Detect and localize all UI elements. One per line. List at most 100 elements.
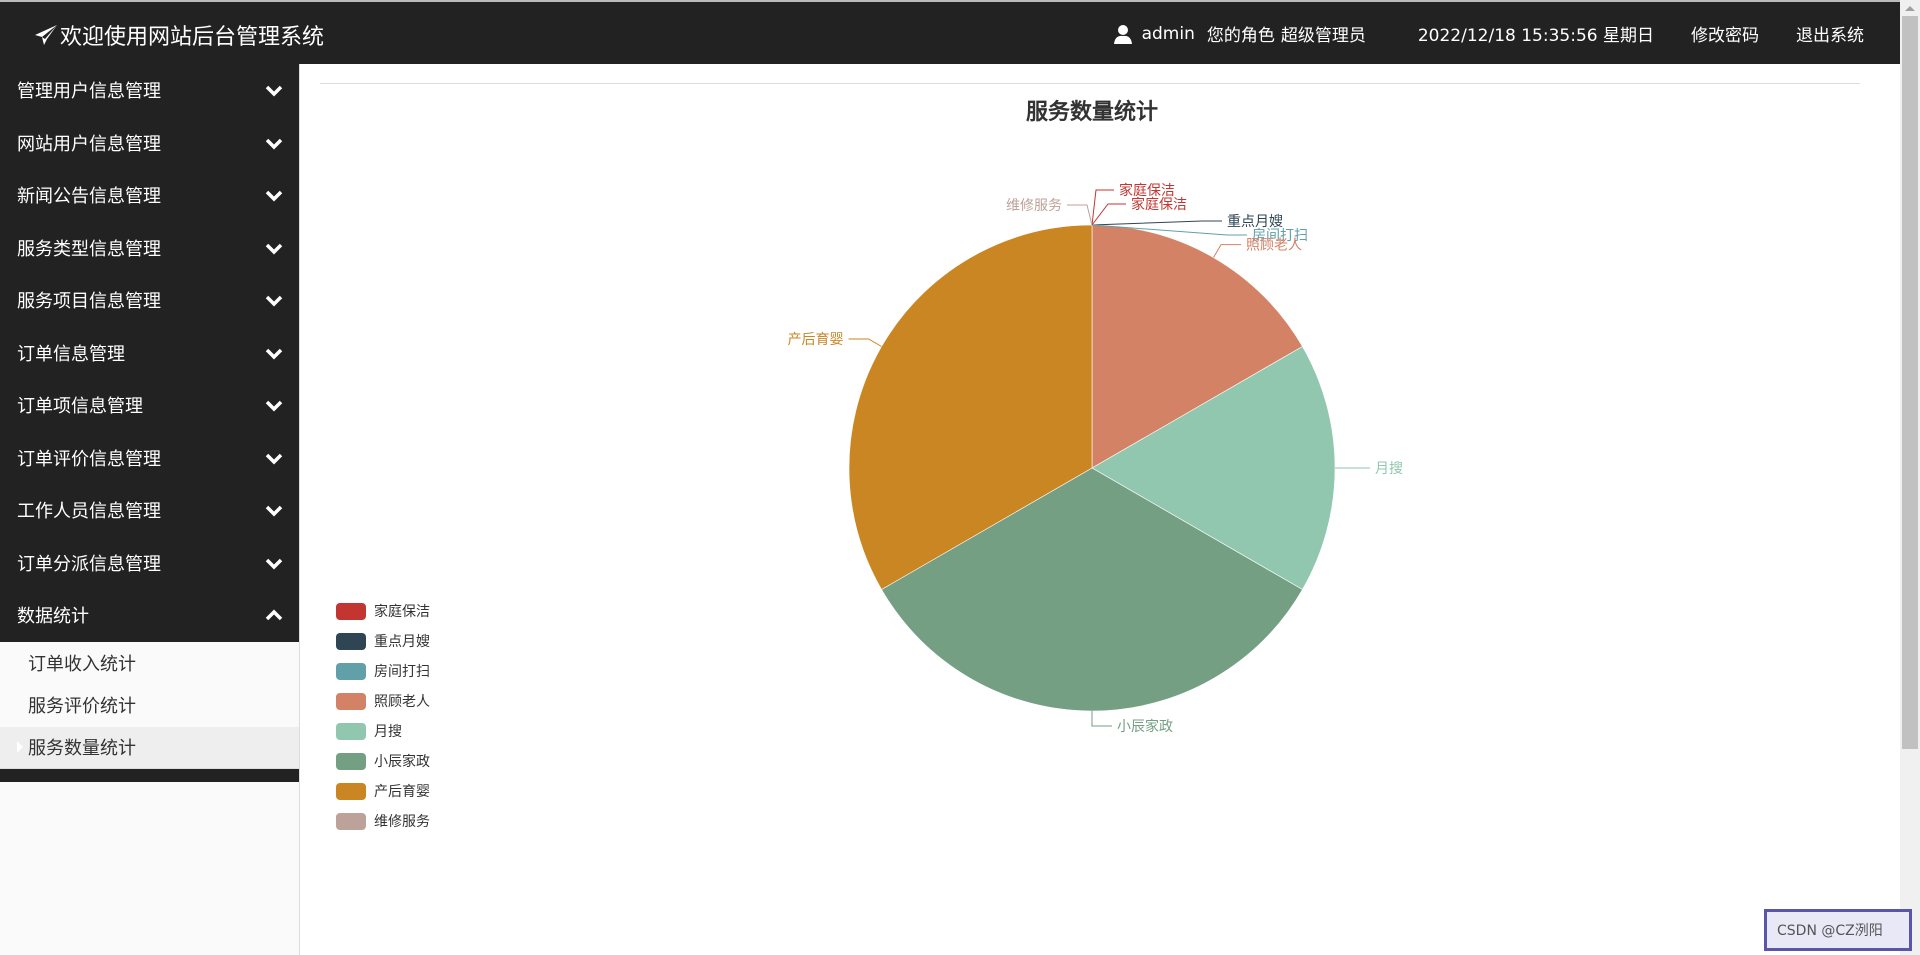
sidebar-item[interactable]: 订单分派信息管理 [0,537,299,590]
sidebar-item-label: 订单评价信息管理 [17,448,161,470]
sidebar-item[interactable]: 工作人员信息管理 [0,484,299,537]
legend-swatch [336,692,366,710]
legend-swatch [336,662,366,680]
sidebar: 管理用户信息管理 网站用户信息管理 新闻公告信息管理 服务类型信息管理 服务项目信息管理… [0,64,300,955]
paper-plane-icon [35,25,57,45]
sidebar-subitem[interactable]: 服务评价统计 [0,684,299,727]
legend-swatch [336,632,366,650]
label-line [1091,189,1114,226]
sidebar-item-label: 订单项信息管理 [17,396,143,418]
slice-label: 家庭保洁 [1131,196,1187,213]
sidebar-submenu: 订单收入统计 服务评价统计 服务数量统计 [0,641,299,769]
sidebar-subitem-label: 服务数量统计 [28,738,136,760]
label-line [1213,244,1241,258]
sidebar-subitem[interactable]: 订单收入统计 [0,642,299,685]
sidebar-subitem[interactable]: 服务数量统计 [0,726,299,769]
brand: 欢迎使用网站后台管理系统 [34,19,324,51]
chevron-down-icon [265,558,283,570]
pie-chart: 家庭保洁重点月嫂房间打扫照顾老人月搜小辰家政产后育婴维修服务 家庭保洁 [788,182,1403,735]
legend-item[interactable]: 月搜 [336,716,430,746]
legend-swatch [336,782,366,800]
chevron-down-icon [265,138,283,150]
sidebar-item[interactable]: 管理用户信息管理 [0,64,299,117]
sidebar-item-label: 网站用户信息管理 [17,133,161,155]
sidebar-item[interactable]: 数据统计 [0,589,299,642]
sidebar-item-label: 服务类型信息管理 [17,238,161,260]
role-value: 超级管理员 [1280,26,1366,46]
legend-item[interactable]: 小辰家政 [336,746,430,776]
chevron-up-icon [265,609,283,621]
sidebar-item[interactable]: 网站用户信息管理 [0,117,299,170]
sidebar-footer-band [0,769,299,782]
chevron-down-icon [265,243,283,255]
legend-label: 维修服务 [374,814,430,830]
chevron-down-icon [265,401,283,412]
user-info: admin [1113,23,1195,44]
sidebar-subitem-label: 服务评价统计 [28,696,136,718]
legend-label: 家庭保洁 [374,604,430,620]
app-title: 欢迎使用网站后台管理系统 [60,25,325,50]
scroll-thumb[interactable] [1902,16,1918,749]
legend-label: 小辰家政 [374,754,430,770]
legend-swatch [336,602,366,620]
sidebar-item[interactable]: 服务类型信息管理 [0,222,299,275]
legend-swatch [336,722,366,740]
sidebar-item-label: 订单信息管理 [17,343,125,365]
label-line [1067,204,1093,226]
top-header: 欢迎使用网站后台管理系统 admin 您的角色 超级管理员 2022/12/18… [0,0,1900,64]
legend-label: 房间打扫 [374,664,430,680]
label-line [1091,711,1112,727]
label-line [1091,220,1222,226]
legend-label: 月搜 [374,724,402,740]
chevron-down-icon [265,348,283,360]
sidebar-item-label: 工作人员信息管理 [17,501,161,523]
user-icon [1113,24,1132,44]
sidebar-menu: 管理用户信息管理 网站用户信息管理 新闻公告信息管理 服务类型信息管理 服务项目信息管理… [0,64,299,642]
legend-item[interactable]: 家庭保洁 [336,596,430,626]
sidebar-item[interactable]: 订单项信息管理 [0,379,299,432]
slice-label: 产后育婴 [788,332,844,348]
username: admin [1141,23,1195,44]
legend-item[interactable]: 重点月嫂 [336,626,430,656]
sidebar-item-label: 订单分派信息管理 [17,553,161,575]
legend-item[interactable]: 照顾老人 [336,686,430,716]
chevron-down-icon [265,506,283,517]
active-indicator-icon [17,741,23,754]
chevron-down-icon [265,296,283,307]
slice-label: 维修服务 [1006,198,1062,214]
legend-label: 照顾老人 [374,694,430,710]
legend-item[interactable]: 维修服务 [336,806,430,836]
chevron-down-icon [265,453,283,465]
sidebar-item-label: 新闻公告信息管理 [17,186,161,208]
sidebar-item-label: 数据统计 [17,606,89,628]
legend-swatch [336,752,366,770]
chevron-down-icon [265,86,283,97]
sidebar-item[interactable]: 新闻公告信息管理 [0,169,299,222]
datetime: 2022/12/18 15:35:56 星期日 [1417,26,1654,46]
vertical-scrollbar[interactable] [1900,0,1920,955]
sidebar-subitem-label: 订单收入统计 [28,653,136,675]
watermark: CSDN @CZ洌阳 [1764,909,1912,951]
logout-link[interactable]: 退出系统 [1796,21,1864,46]
legend-label: 重点月嫂 [374,634,430,650]
sidebar-item[interactable]: 订单信息管理 [0,327,299,380]
main-content: 服务数量统计 家庭保洁 重点月嫂 房间打扫 照顾老人 月搜 小辰家政 产后育婴 维修服务 家庭保… [300,64,1880,955]
scroll-up-arrow-icon[interactable] [1905,6,1915,11]
sidebar-item[interactable]: 服务项目信息管理 [0,274,299,327]
legend-label: 产后育婴 [374,784,430,800]
slice-label: 小辰家政 [1117,718,1173,735]
change-password-link[interactable]: 修改密码 [1691,21,1759,46]
slice-label: 照顾老人 [1246,238,1302,254]
sidebar-item[interactable]: 订单评价信息管理 [0,432,299,485]
label-line [1091,203,1126,226]
label-line [848,338,882,347]
legend-item[interactable]: 房间打扫 [336,656,430,686]
legend-item[interactable]: 产后育婴 [336,776,430,806]
chart-legend: 家庭保洁重点月嫂房间打扫照顾老人月搜小辰家政产后育婴维修服务 [336,596,430,836]
slice-label: 月搜 [1375,461,1403,477]
sidebar-item-label: 服务项目信息管理 [17,291,161,313]
role-label: 您的角色 [1206,26,1275,46]
chevron-down-icon [265,191,283,202]
legend-swatch [336,812,366,830]
sidebar-item-label: 管理用户信息管理 [17,81,161,103]
